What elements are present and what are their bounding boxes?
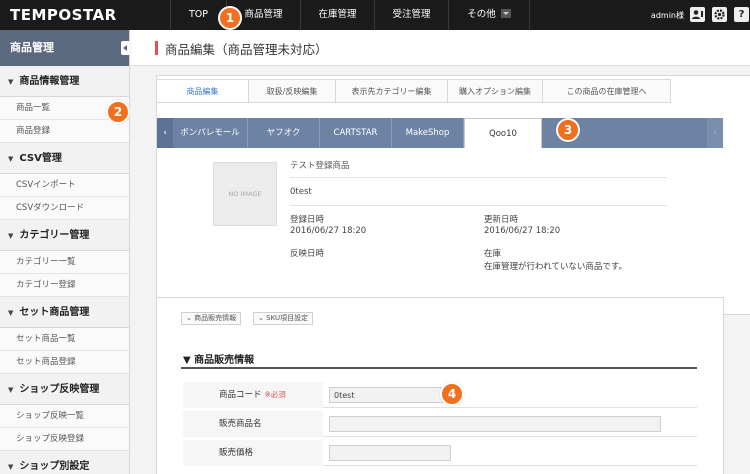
sidebar-group-csv[interactable]: ▼ CSV管理 — [0, 143, 129, 174]
product-code: 0test — [290, 187, 312, 197]
shop-tab-qoo10[interactable]: Qoo10 — [464, 118, 542, 148]
nav-inventory-management[interactable]: 在庫管理 — [300, 0, 374, 30]
sidebar-group-label: 商品情報管理 — [19, 76, 80, 87]
shop-tab-bonpare[interactable]: ボンパレモール — [173, 118, 248, 148]
annotation-badge-2: 2 — [106, 100, 130, 124]
section-title: ▼ 商品販売情報 — [183, 355, 255, 366]
top-bar: TEMPOSTAR TOP 商品管理 在庫管理 受注管理 その他 admin様 … — [0, 0, 750, 30]
sidebar-group-shop-settings[interactable]: ▼ ショップ別設定 — [0, 451, 129, 474]
tab-category-edit[interactable]: 表示先カテゴリー編集 — [336, 79, 448, 103]
help-icon[interactable]: ? — [734, 7, 749, 22]
product-image-placeholder: NO IMAGE — [213, 162, 277, 226]
dropdown-arrow-icon — [500, 9, 511, 18]
form-label: 販売商品名 — [183, 411, 323, 437]
collapse-sidebar-icon[interactable] — [121, 41, 130, 55]
form-row-price: 販売価格 — [183, 440, 697, 466]
shop-tab-makeshop[interactable]: MakeShop — [392, 118, 464, 148]
required-mark: ※必須 — [264, 390, 286, 399]
section-divider — [181, 367, 697, 369]
app-logo[interactable]: TEMPOSTAR — [10, 6, 117, 24]
sidebar-header: 商品管理 — [0, 30, 130, 66]
nav-other[interactable]: その他 — [448, 0, 530, 30]
tab-product-edit[interactable]: 商品編集 — [156, 79, 249, 103]
shop-tab-cartstar[interactable]: CARTSTAR — [320, 118, 392, 148]
tab-handling-edit[interactable]: 取扱/反映編集 — [249, 79, 336, 103]
sidebar: 商品管理 ▼ 商品情報管理 商品一覧 商品登録 ▼ CSV管理 CSVインポート C… — [0, 30, 130, 474]
sidebar-group-label: CSV管理 — [19, 153, 62, 164]
tab-option-edit[interactable]: 購入オプション編集 — [448, 79, 543, 103]
triangle-down-icon: ▼ — [8, 232, 14, 240]
sidebar-item-shop-reflect-list[interactable]: ショップ反映一覧 — [0, 405, 129, 428]
chevron-right-icon[interactable]: › — [707, 118, 723, 148]
sidebar-group-set-product[interactable]: ▼ セット商品管理 — [0, 297, 129, 328]
annotation-badge-1: 1 — [218, 6, 242, 30]
sidebar-item-category-register[interactable]: カテゴリー登録 — [0, 274, 129, 297]
chevron-left-icon[interactable]: ‹ — [157, 118, 173, 148]
registered-label: 登録日時 — [290, 215, 325, 225]
subtab-bar: 商品編集 取扱/反映編集 表示先カテゴリー編集 購入オプション編集 この商品の在… — [156, 79, 750, 103]
divider — [290, 205, 667, 206]
sku-settings-anchor-button[interactable]: ⌄ SKU項目設定 — [253, 312, 314, 325]
sidebar-group-shop-reflect[interactable]: ▼ ショップ反映管理 — [0, 374, 129, 405]
stock-label: 在庫 — [484, 249, 502, 259]
form-label-text: 商品コード — [219, 390, 262, 400]
sidebar-group-category[interactable]: ▼ カテゴリー管理 — [0, 220, 129, 251]
form-label: 商品コード ※必須 — [183, 382, 323, 408]
sidebar-item-category-list[interactable]: カテゴリー一覧 — [0, 251, 129, 274]
form-row-sales-name: 販売商品名 — [183, 411, 697, 437]
divider — [290, 177, 667, 178]
sidebar-item-product-register[interactable]: 商品登録 — [0, 120, 129, 143]
price-input[interactable] — [329, 445, 451, 461]
registered-value: 2016/06/27 18:20 — [290, 226, 367, 236]
triangle-down-icon: ▼ — [8, 386, 14, 394]
updated-label: 更新日時 — [484, 215, 519, 225]
annotation-badge-4: 4 — [440, 382, 464, 406]
sales-info-anchor-button[interactable]: ⌄ 商品販売情報 — [181, 312, 242, 325]
nav-other-label: その他 — [467, 9, 496, 20]
sales-info-anchor-label: 商品販売情報 — [194, 314, 237, 322]
sales-name-input[interactable] — [329, 416, 661, 432]
stock-value: 在庫管理が行われていない商品です。 — [484, 262, 627, 272]
user-icon[interactable] — [690, 7, 705, 22]
triangle-down-icon: ▼ — [8, 155, 14, 163]
sidebar-item-set-product-list[interactable]: セット商品一覧 — [0, 328, 129, 351]
annotation-badge-3: 3 — [556, 118, 580, 142]
sidebar-title: 商品管理 — [10, 41, 54, 54]
triangle-down-icon: ▼ — [8, 463, 14, 471]
shop-tab-yahuoku[interactable]: ヤフオク — [248, 118, 320, 148]
sidebar-item-csv-download[interactable]: CSVダウンロード — [0, 197, 129, 220]
chevron-down-icon: ⌄ — [258, 314, 267, 322]
sku-settings-anchor-label: SKU項目設定 — [266, 314, 309, 322]
sidebar-item-csv-import[interactable]: CSVインポート — [0, 174, 129, 197]
admin-user[interactable]: admin様 — [651, 10, 684, 21]
gear-icon[interactable] — [712, 7, 727, 22]
reflected-label: 反映日時 — [290, 249, 325, 259]
triangle-down-icon: ▼ — [8, 78, 14, 86]
sidebar-group-label: セット商品管理 — [19, 307, 90, 318]
sidebar-group-product-info[interactable]: ▼ 商品情報管理 — [0, 66, 129, 97]
nav-order-label: 受注管理 — [392, 9, 431, 20]
page-title: 商品編集（商品管理未対応） — [165, 42, 328, 57]
sidebar-item-shop-reflect-register[interactable]: ショップ反映登録 — [0, 428, 129, 451]
nav-order-management[interactable]: 受注管理 — [374, 0, 448, 30]
title-accent — [155, 41, 158, 55]
chevron-down-icon: ⌄ — [186, 314, 195, 322]
product-code-input[interactable] — [329, 387, 451, 403]
sidebar-group-label: カテゴリー管理 — [19, 230, 90, 241]
triangle-down-icon: ▼ — [8, 309, 14, 317]
form-label: 販売価格 — [183, 440, 323, 466]
sidebar-group-label: ショップ反映管理 — [19, 384, 100, 395]
page-title-bar: 商品編集（商品管理未対応） — [131, 30, 750, 66]
shop-tab-bar: ‹ ボンパレモール ヤフオク CARTSTAR MakeShop Qoo10 › — [157, 118, 723, 148]
updated-value: 2016/06/27 18:20 — [484, 226, 561, 236]
tab-inventory-link[interactable]: この商品の在庫管理へ — [543, 79, 671, 103]
product-name: テスト登録商品 — [290, 161, 350, 171]
sidebar-item-set-product-register[interactable]: セット商品登録 — [0, 351, 129, 374]
sidebar-group-label: ショップ別設定 — [19, 461, 90, 472]
